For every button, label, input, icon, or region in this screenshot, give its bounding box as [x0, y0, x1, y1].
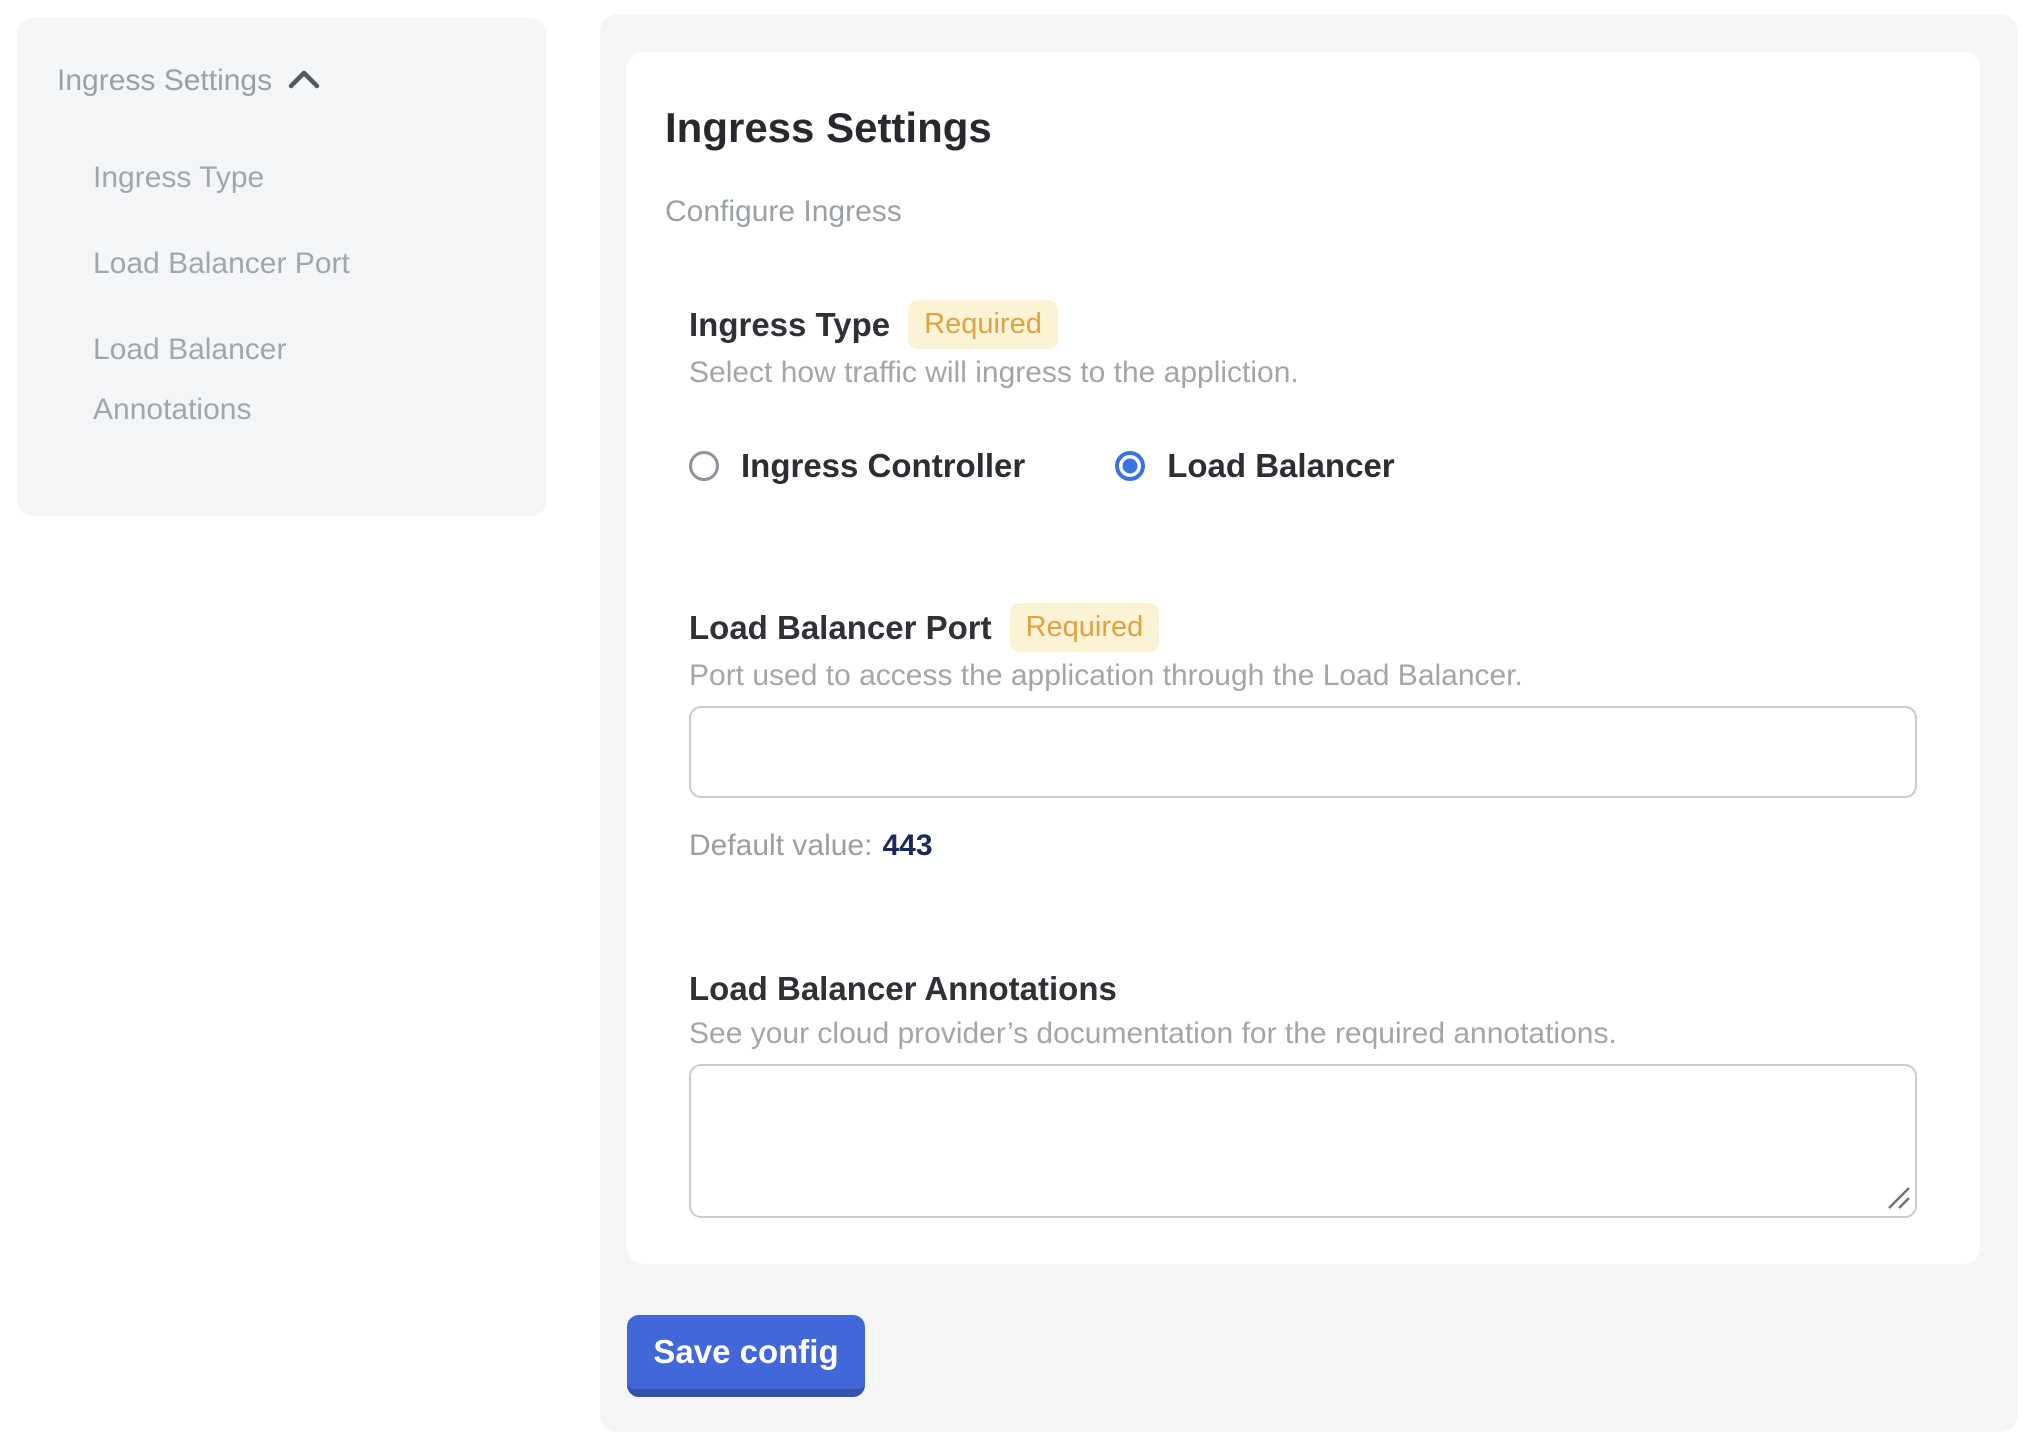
- sidebar-section-title: Ingress Settings: [57, 62, 272, 100]
- sidebar-section-toggle[interactable]: Ingress Settings: [57, 62, 507, 100]
- page-title: Ingress Settings: [665, 102, 1942, 154]
- chevron-up-icon: [286, 66, 322, 96]
- radio-option-load-balancer[interactable]: Load Balancer: [1115, 447, 1394, 485]
- load-balancer-port-heading: Load Balancer Port: [689, 607, 992, 649]
- sidebar-item-load-balancer-port[interactable]: Load Balancer Port: [93, 234, 433, 294]
- load-balancer-port-input[interactable]: [689, 706, 1917, 798]
- sidebar-item-ingress-type[interactable]: Ingress Type: [93, 148, 433, 208]
- load-balancer-annotations-description: See your cloud provider’s documentation …: [689, 1016, 1917, 1052]
- load-balancer-port-description: Port used to access the application thro…: [689, 658, 1917, 694]
- radio-option-ingress-controller[interactable]: Ingress Controller: [689, 447, 1025, 485]
- radio-ingress-controller[interactable]: [689, 451, 719, 481]
- default-value-number: 443: [882, 829, 932, 862]
- form-sections: Ingress Type Required Select how traffic…: [689, 300, 1917, 1218]
- sidebar-item-list: Ingress Type Load Balancer Port Load Bal…: [93, 148, 507, 440]
- radio-load-balancer[interactable]: [1115, 451, 1145, 481]
- sidebar-item-load-balancer-annotations[interactable]: Load Balancer Annotations: [93, 320, 433, 440]
- main-panel: Ingress Settings Configure Ingress Ingre…: [600, 14, 2018, 1432]
- save-config-button[interactable]: Save config: [627, 1315, 865, 1397]
- ingress-type-radio-group: Ingress Controller Load Balancer: [689, 447, 1917, 485]
- required-badge: Required: [1010, 603, 1160, 652]
- radio-label-load-balancer: Load Balancer: [1167, 447, 1394, 485]
- load-balancer-annotations-heading: Load Balancer Annotations: [689, 968, 1117, 1010]
- required-badge: Required: [908, 300, 1058, 349]
- ingress-type-heading: Ingress Type: [689, 304, 890, 346]
- textarea-resize-handle-icon[interactable]: [1886, 1185, 1912, 1211]
- section-load-balancer-annotations: Load Balancer Annotations See your cloud…: [689, 968, 1917, 1218]
- radio-label-ingress-controller: Ingress Controller: [741, 447, 1025, 485]
- settings-sidebar: Ingress Settings Ingress Type Load Balan…: [17, 18, 547, 516]
- ingress-settings-card: Ingress Settings Configure Ingress Ingre…: [627, 52, 1980, 1264]
- load-balancer-annotations-textarea[interactable]: [689, 1064, 1917, 1218]
- section-ingress-type: Ingress Type Required Select how traffic…: [689, 300, 1917, 485]
- ingress-type-description: Select how traffic will ingress to the a…: [689, 355, 1917, 391]
- page-subtitle: Configure Ingress: [665, 194, 1942, 230]
- default-value-label: Default value:: [689, 829, 872, 862]
- section-load-balancer-port: Load Balancer Port Required Port used to…: [689, 603, 1917, 864]
- default-value-line: Default value: 443: [689, 828, 1917, 864]
